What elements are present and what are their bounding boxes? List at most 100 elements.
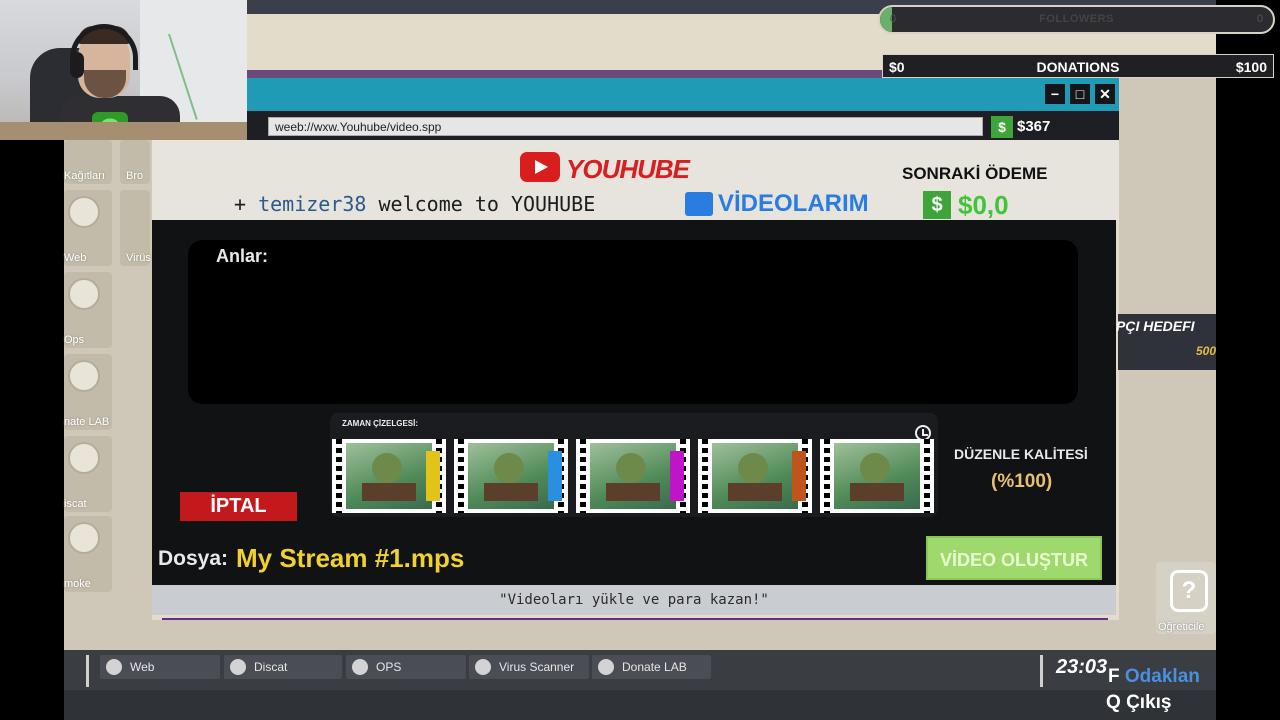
taskbar-lower bbox=[64, 690, 1216, 720]
headset-earcup bbox=[70, 52, 84, 78]
donations-bar: $0 DONATIONS $100 bbox=[882, 54, 1274, 78]
desktop-icon-label: Ops bbox=[64, 334, 85, 346]
bug-icon bbox=[475, 659, 491, 675]
url-input[interactable]: weeb://wxw.Youhube/video.spp bbox=[268, 117, 983, 136]
moments-panel: Anlar: bbox=[188, 240, 1078, 404]
desktop-icon-browser[interactable]: Bro bbox=[120, 140, 150, 184]
next-payment-label: SONRAKİ ÖDEME bbox=[902, 164, 1048, 183]
taskbar-divider bbox=[86, 655, 89, 687]
desktop-icon-label: Kağıtları bbox=[64, 170, 105, 182]
taskbar-item-donate-lab[interactable]: Donate LAB bbox=[592, 655, 711, 679]
taskbar-item-label: Donate LAB bbox=[622, 660, 687, 674]
focus-shortcut[interactable]: F Odaklan bbox=[1108, 666, 1200, 688]
file-label: Dosya: bbox=[158, 547, 229, 570]
timeline-label: ZAMAN ÇİZELGESİ: bbox=[342, 419, 418, 428]
taskbar-item-label: Virus Scanner bbox=[499, 660, 575, 674]
clip-thumbnail bbox=[590, 443, 676, 509]
maximize-button[interactable]: □ bbox=[1070, 84, 1090, 104]
clapperboard-icon bbox=[685, 192, 713, 216]
taskbar-item-ops[interactable]: OPS bbox=[346, 655, 466, 679]
my-videos-link[interactable]: VİDEOLARIM bbox=[718, 190, 869, 218]
clip-transition-marker bbox=[548, 451, 562, 501]
focus-label: Odaklan bbox=[1124, 666, 1200, 687]
desktop-icon-label: Virüs bbox=[126, 252, 151, 264]
desktop-icon-ops[interactable]: Ops bbox=[64, 272, 112, 348]
file-name: My Stream #1.mps bbox=[236, 543, 465, 573]
desktop-icon-donate-lab[interactable]: nate LAB bbox=[64, 354, 112, 430]
site-brand: YOUHUBE bbox=[566, 154, 690, 184]
username: temizer38 bbox=[258, 192, 367, 216]
desktop-icon-web[interactable]: Web bbox=[64, 190, 112, 266]
taskbar-item-discat[interactable]: Discat bbox=[224, 655, 342, 679]
smoke-icon bbox=[68, 522, 100, 554]
dollar-icon: $ bbox=[923, 191, 951, 219]
timeline: ZAMAN ÇİZELGESİ: bbox=[330, 413, 938, 517]
tutorial-label: Öğreticile bbox=[1158, 621, 1205, 633]
goal-value: 500 bbox=[1196, 344, 1217, 358]
ops-icon bbox=[68, 278, 100, 310]
followers-label: FOLLOWERS bbox=[1039, 13, 1114, 25]
exit-key: Q bbox=[1106, 692, 1121, 713]
donations-label: DONATIONS bbox=[1036, 59, 1120, 75]
taskbar-item-virus-scanner[interactable]: Virus Scanner bbox=[469, 655, 589, 679]
desktop-icon-label: Web bbox=[64, 252, 87, 264]
taskbar-item-label: Web bbox=[130, 660, 155, 674]
create-video-button[interactable]: VİDEO OLUŞTUR bbox=[926, 536, 1102, 580]
desktop-icon-label: Bro bbox=[126, 170, 144, 182]
next-payment-amount: $0,0 bbox=[958, 190, 1009, 220]
film-perforation bbox=[699, 439, 711, 513]
taskbar-clock: 23:03 bbox=[1056, 656, 1108, 678]
exit-label: Çıkış bbox=[1126, 692, 1172, 713]
cat-icon bbox=[230, 659, 246, 675]
welcome-prefix: + bbox=[234, 192, 259, 216]
page-footer-slogan: "Videoları yükle ve para kazan!" bbox=[152, 585, 1116, 615]
donations-goal: $100 bbox=[1235, 59, 1267, 75]
desktop-icon-smoke[interactable]: moke bbox=[64, 516, 112, 592]
clip-transition-marker bbox=[426, 451, 440, 501]
film-perforation bbox=[333, 439, 345, 513]
clip-transition-marker bbox=[670, 451, 684, 501]
cancel-button[interactable]: İPTAL bbox=[180, 492, 297, 521]
taskbar-item-label: OPS bbox=[376, 660, 402, 674]
film-perforation bbox=[577, 439, 589, 513]
desktop-icon-virus[interactable]: Virüs bbox=[120, 190, 151, 266]
film-perforation bbox=[921, 439, 933, 513]
footer-accent-line bbox=[162, 618, 1108, 620]
followers-max: 0 bbox=[1256, 13, 1263, 25]
clip-transition-marker bbox=[792, 451, 806, 501]
dollar-icon: $ bbox=[991, 116, 1013, 138]
goal-label: PÇI HEDEFI bbox=[1116, 318, 1195, 334]
globe-icon bbox=[68, 196, 100, 228]
edit-quality-label: DÜZENLE KALİTESİ bbox=[954, 446, 1088, 462]
timeline-clip[interactable] bbox=[820, 439, 934, 513]
webcam-desk bbox=[0, 122, 247, 140]
desktop-icon-label: iscat bbox=[64, 498, 87, 510]
flask-icon bbox=[68, 360, 100, 392]
taskbar-divider bbox=[1040, 655, 1043, 687]
desktop-icon-papers[interactable]: Kağıtları bbox=[64, 140, 112, 184]
followers-bar: 0 FOLLOWERS 0 bbox=[878, 5, 1275, 34]
site-header: YOUHUBE + temizer38 welcome to YOUHUBE V… bbox=[152, 140, 1119, 220]
moments-label: Anlar: bbox=[216, 246, 269, 266]
wallet-balance: $367 bbox=[1017, 118, 1051, 135]
close-button[interactable]: ✕ bbox=[1095, 84, 1115, 104]
exit-shortcut[interactable]: Q Çıkış bbox=[1106, 692, 1171, 714]
taskbar-item-web[interactable]: Web bbox=[100, 655, 220, 679]
clip-thumbnail bbox=[468, 443, 554, 509]
clip-thumbnail bbox=[834, 443, 920, 509]
minimize-button[interactable]: − bbox=[1045, 84, 1065, 104]
window-titlebar[interactable] bbox=[247, 78, 1119, 111]
youhube-page: YOUHUBE + temizer38 welcome to YOUHUBE V… bbox=[152, 140, 1119, 620]
help-icon: ? bbox=[1170, 570, 1208, 612]
welcome-suffix: welcome to YOUHUBE bbox=[366, 192, 596, 216]
film-perforation bbox=[821, 439, 833, 513]
welcome-message: + temizer38 welcome to YOUHUBE bbox=[234, 192, 595, 216]
focus-key: F bbox=[1108, 666, 1120, 687]
ops-icon bbox=[352, 659, 368, 675]
play-logo-icon bbox=[520, 152, 560, 182]
globe-icon bbox=[106, 659, 122, 675]
video-editor: Anlar: ZAMAN ÇİZELGESİ: DÜZENLE KALİTESİ… bbox=[152, 220, 1116, 585]
desktop-icon-label: nate LAB bbox=[64, 416, 110, 428]
webcam-overlay bbox=[0, 0, 247, 140]
desktop-icon-discat[interactable]: iscat bbox=[64, 436, 112, 512]
